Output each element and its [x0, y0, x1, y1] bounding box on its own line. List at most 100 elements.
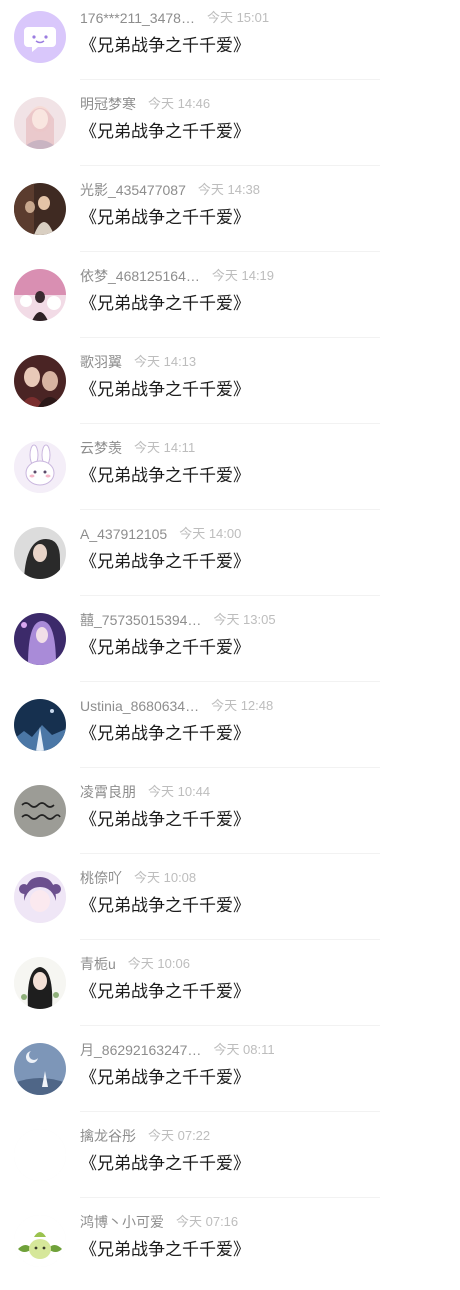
- divider: [80, 1025, 380, 1026]
- list-item[interactable]: 明冠梦寒 今天 14:46 《兄弟战争之千千爱》: [0, 86, 460, 172]
- user-photo-icon: [14, 613, 66, 665]
- comment-text: 《兄弟战争之千千爱》: [80, 982, 250, 1001]
- timestamp: 今天 14:38: [197, 182, 261, 197]
- divider: [80, 509, 380, 510]
- list-item[interactable]: Ustinia_8680634… 今天 12:48 《兄弟战争之千千爱》: [0, 688, 460, 774]
- list-item[interactable]: 凌霄良朋 今天 10:44 《兄弟战争之千千爱》: [0, 774, 460, 860]
- avatar[interactable]: [14, 871, 66, 923]
- avatar[interactable]: [14, 957, 66, 1009]
- divider: [80, 1197, 380, 1198]
- comment-meta: 云梦羡 今天 14:11: [80, 439, 440, 457]
- timestamp: 今天 14:19: [211, 268, 275, 283]
- timestamp: 今天 13:05: [213, 612, 276, 627]
- list-item[interactable]: 歌羽翼 今天 14:13 《兄弟战争之千千爱》: [0, 344, 460, 430]
- user-photo-icon: [14, 527, 66, 579]
- comment-text: 《兄弟战争之千千爱》: [80, 552, 250, 571]
- username[interactable]: Ustinia_8680634…: [80, 697, 199, 715]
- avatar[interactable]: [14, 613, 66, 665]
- divider: [80, 251, 380, 252]
- comment-meta: 光影_435477087 今天 14:38: [80, 181, 440, 199]
- user-photo-icon: [14, 871, 66, 923]
- avatar[interactable]: [14, 269, 66, 321]
- avatar[interactable]: [14, 785, 66, 837]
- username[interactable]: 依梦_468125164…: [80, 267, 200, 285]
- timestamp: 今天 14:11: [134, 440, 196, 455]
- handwriting-icon: [14, 785, 66, 837]
- comment-meta: 凌霄良朋 今天 10:44: [80, 783, 440, 801]
- username[interactable]: 明冠梦寒: [80, 95, 136, 113]
- list-item[interactable]: 桃倷吖 今天 10:08 《兄弟战争之千千爱》: [0, 860, 460, 946]
- comment-text: 《兄弟战争之千千爱》: [80, 380, 250, 399]
- timestamp: 今天 07:16: [176, 1214, 239, 1229]
- list-item[interactable]: 光影_435477087 今天 14:38 《兄弟战争之千千爱》: [0, 172, 460, 258]
- comment-meta: 明冠梦寒 今天 14:46: [80, 95, 440, 113]
- comment-meta: 青栀u 今天 10:06: [80, 955, 440, 973]
- divider: [80, 681, 380, 682]
- comment-meta: 囍_75735015394… 今天 13:05: [80, 611, 440, 629]
- username[interactable]: 云梦羡: [80, 439, 122, 457]
- comment-text: 《兄弟战争之千千爱》: [80, 810, 250, 829]
- username[interactable]: 歌羽翼: [80, 353, 122, 371]
- comment-text: 《兄弟战争之千千爱》: [80, 1068, 250, 1087]
- list-item[interactable]: 鸿博丶小可爱 今天 07:16 《兄弟战争之千千爱》: [0, 1204, 460, 1290]
- chat-bubble-icon: [14, 11, 66, 63]
- avatar[interactable]: [14, 527, 66, 579]
- comment-text: 《兄弟战争之千千爱》: [80, 466, 250, 485]
- divider: [80, 165, 380, 166]
- username[interactable]: 囍_75735015394…: [80, 611, 201, 629]
- username[interactable]: 176***211_3478…: [80, 9, 195, 27]
- username[interactable]: 青栀u: [80, 955, 116, 973]
- username[interactable]: 擒龙谷彤: [80, 1127, 136, 1145]
- comment-text: 《兄弟战争之千千爱》: [80, 724, 250, 743]
- avatar[interactable]: [14, 355, 66, 407]
- divider: [80, 79, 380, 80]
- divider: [80, 1111, 380, 1112]
- list-item[interactable]: 擒龙谷彤 今天 07:22 《兄弟战争之千千爱》: [0, 1118, 460, 1204]
- avatar[interactable]: [14, 183, 66, 235]
- username[interactable]: 光影_435477087: [80, 181, 186, 199]
- comment-meta: 擒龙谷彤 今天 07:22: [80, 1127, 440, 1145]
- username[interactable]: 鸿博丶小可爱: [80, 1213, 164, 1231]
- list-item[interactable]: A_437912105 今天 14:00 《兄弟战争之千千爱》: [0, 516, 460, 602]
- divider: [80, 337, 380, 338]
- bunny-icon: [14, 441, 66, 493]
- comment-text: 《兄弟战争之千千爱》: [80, 36, 250, 55]
- comment-list: 176***211_3478… 今天 15:01 《兄弟战争之千千爱》 明冠梦寒今…: [0, 0, 460, 1280]
- list-item[interactable]: 青栀u 今天 10:06 《兄弟战争之千千爱》: [0, 946, 460, 1032]
- list-item[interactable]: 囍_75735015394… 今天 13:05 《兄弟战争之千千爱》: [0, 602, 460, 688]
- timestamp: 今天 14:00: [179, 526, 242, 541]
- user-photo-icon: [14, 269, 66, 321]
- avatar[interactable]: [14, 1129, 66, 1181]
- list-item[interactable]: 176***211_3478… 今天 15:01 《兄弟战争之千千爱》: [0, 0, 460, 86]
- bunny-icon: [14, 1215, 66, 1267]
- list-item[interactable]: 依梦_468125164… 今天 14:19 《兄弟战争之千千爱》: [0, 258, 460, 344]
- comment-meta: 歌羽翼 今天 14:13: [80, 353, 440, 371]
- comment-meta: A_437912105 今天 14:00: [80, 525, 440, 543]
- comment-meta: 依梦_468125164… 今天 14:19: [80, 267, 440, 285]
- comment-text: 《兄弟战争之千千爱》: [80, 638, 250, 657]
- avatar[interactable]: [14, 699, 66, 751]
- user-photo-icon: [14, 183, 66, 235]
- avatar[interactable]: [14, 1215, 66, 1267]
- username[interactable]: 桃倷吖: [80, 869, 122, 887]
- username[interactable]: A_437912105: [80, 525, 167, 543]
- avatar[interactable]: [14, 97, 66, 149]
- timestamp: 今天 10:06: [127, 956, 190, 971]
- timestamp: 今天 12:48: [211, 698, 274, 713]
- timestamp: 今天 08:11: [213, 1042, 275, 1057]
- comment-text: 《兄弟战争之千千爱》: [80, 1240, 250, 1259]
- comment-meta: Ustinia_8680634… 今天 12:48: [80, 697, 440, 715]
- divider: [80, 595, 380, 596]
- avatar[interactable]: [14, 441, 66, 493]
- avatar[interactable]: [14, 1043, 66, 1095]
- user-photo-icon: [14, 355, 66, 407]
- list-item[interactable]: 云梦羡 今天 14:11 《兄弟战争之千千爱》: [0, 430, 460, 516]
- timestamp: 今天 10:08: [134, 870, 197, 885]
- avatar[interactable]: [14, 11, 66, 63]
- username[interactable]: 凌霄良朋: [80, 783, 136, 801]
- blank-avatar-icon: [14, 1129, 66, 1181]
- comment-text: 《兄弟战争之千千爱》: [80, 294, 250, 313]
- username[interactable]: 月_86292163247…: [80, 1041, 201, 1059]
- list-item[interactable]: 月_86292163247… 今天 08:11 《兄弟战争之千千爱》: [0, 1032, 460, 1118]
- comment-meta: 桃倷吖 今天 10:08: [80, 869, 440, 887]
